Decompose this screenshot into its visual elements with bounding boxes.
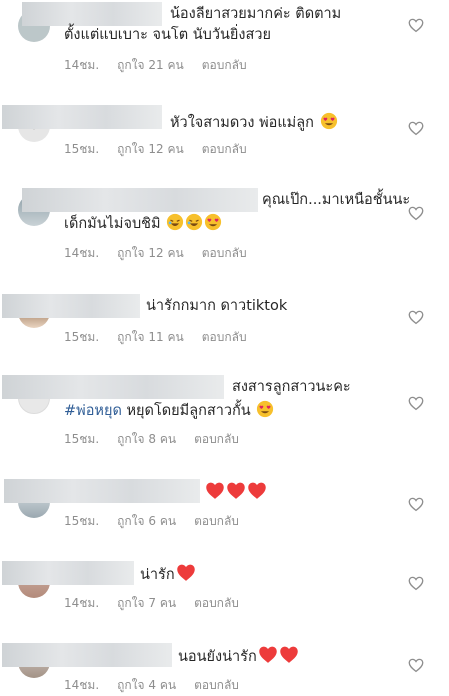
like-count[interactable]: ถูกใจ 11 คน xyxy=(117,330,184,344)
like-count[interactable]: ถูกใจ 12 คน xyxy=(117,246,184,260)
comment-meta: 15ชม. ถูกใจ 6 คน ตอบกลับ xyxy=(64,512,257,531)
comment-text-line2: ตั้งแต่แบเบาะ จนโต นับวันยิ่งสวย xyxy=(64,27,271,43)
heart-icon[interactable] xyxy=(407,204,425,222)
heart-icon[interactable] xyxy=(407,656,425,674)
reply-link[interactable]: ตอบกลับ xyxy=(194,678,239,692)
timestamp: 15ชม. xyxy=(64,432,100,446)
like-count[interactable]: ถูกใจ 7 คน xyxy=(117,596,176,610)
comment-item: น่ารักกมาก ดาวtiktok 15ชม. ถูกใจ 11 คน ตอบ… xyxy=(0,290,449,352)
comment-text-line2: เด็กมันไม่จบชิมิ xyxy=(64,213,222,235)
blurred-username xyxy=(2,105,162,129)
heart-icon[interactable] xyxy=(407,119,425,137)
timestamp: 14ชม. xyxy=(64,678,100,692)
comment-meta: 15ชม. ถูกใจ 12 คน ตอบกลับ xyxy=(64,140,265,159)
comment-text: หัวใจสามดวง พ่อแม่ลูก xyxy=(170,112,338,134)
comment-text: สงสารลูกสาวนะคะ xyxy=(232,379,351,395)
comment-text: นอนยังน่ารัก xyxy=(178,645,299,668)
like-count[interactable]: ถูกใจ 4 คน xyxy=(117,678,176,692)
comment-text: คุณเป๊ก...มาเหนือชั้นนะ xyxy=(262,192,411,208)
comment-item: หัวใจสามดวง พ่อแม่ลูก 15ชม. ถูกใจ 12 คน ตอ… xyxy=(0,100,449,162)
blurred-username xyxy=(2,375,224,399)
blurred-username xyxy=(22,188,258,212)
reply-link[interactable]: ตอบกลับ xyxy=(202,246,247,260)
like-count[interactable]: ถูกใจ 12 คน xyxy=(117,142,184,156)
blurred-username xyxy=(4,479,200,503)
comment-meta: 14ชม. ถูกใจ 21 คน ตอบกลับ xyxy=(64,56,265,75)
reply-link[interactable]: ตอบกลับ xyxy=(202,330,247,344)
red-heart-emoji-icon xyxy=(279,646,298,663)
rolling-laughing-emoji-icon xyxy=(186,213,203,231)
reply-link[interactable]: ตอบกลับ xyxy=(202,142,247,156)
comment-meta: 15ชม. ถูกใจ 11 คน ตอบกลับ xyxy=(64,328,265,347)
comment-item: 15ชม. ถูกใจ 6 คน ตอบกลับ xyxy=(0,476,449,538)
blurred-username xyxy=(2,561,134,585)
heart-eyes-emoji-icon xyxy=(205,213,222,231)
comment-item: คุณเป๊ก...มาเหนือชั้นนะ เด็กมันไม่จบชิมิ… xyxy=(0,186,449,266)
heart-icon[interactable] xyxy=(407,308,425,326)
comment-meta: 15ชม. ถูกใจ 8 คน ตอบกลับ xyxy=(64,430,257,449)
heart-icon[interactable] xyxy=(407,574,425,592)
comment-text: น้องลียาสวยมากค่ะ ติดตาม xyxy=(170,6,342,22)
timestamp: 15ชม. xyxy=(64,142,100,156)
comment-item: น้องลียาสวยมากค่ะ ติดตาม ตั้งแต่แบเบาะ จ… xyxy=(0,0,449,80)
reply-link[interactable]: ตอบกลับ xyxy=(194,514,239,528)
red-heart-emoji-icon xyxy=(258,646,277,663)
like-count[interactable]: ถูกใจ 8 คน xyxy=(117,432,176,446)
heart-icon[interactable] xyxy=(407,394,425,412)
timestamp: 14ชม. xyxy=(64,246,100,260)
comment-item: นอนยังน่ารัก 14ชม. ถูกใจ 4 คน ตอบกลับ xyxy=(0,640,449,696)
timestamp: 14ชม. xyxy=(64,596,100,610)
heart-icon[interactable] xyxy=(407,495,425,513)
comment-text-line2: #พ่อหยุด หยุดโดยมีลูกสาวกั้น xyxy=(64,400,274,422)
comment-item: น่ารัก 14ชม. ถูกใจ 7 คน ตอบกลับ xyxy=(0,558,449,620)
red-heart-emoji-icon xyxy=(176,564,195,581)
hashtag-link[interactable]: #พ่อหยุด xyxy=(64,403,122,419)
red-heart-emoji-icon xyxy=(206,482,224,499)
heart-eyes-emoji-icon xyxy=(257,400,274,418)
comment-text: น่ารักกมาก ดาวtiktok xyxy=(146,298,288,314)
blurred-username xyxy=(22,2,162,26)
like-count[interactable]: ถูกใจ 21 คน xyxy=(117,58,184,72)
timestamp: 15ชม. xyxy=(64,330,100,344)
comment-item: สงสารลูกสาวนะคะ #พ่อหยุด หยุดโดยมีลูกสาว… xyxy=(0,372,449,452)
comment-text xyxy=(204,481,267,504)
comment-meta: 14ชม. ถูกใจ 7 คน ตอบกลับ xyxy=(64,594,257,613)
reply-link[interactable]: ตอบกลับ xyxy=(194,596,239,610)
comment-meta: 14ชม. ถูกใจ 4 คน ตอบกลับ xyxy=(64,676,257,695)
comment-text: น่ารัก xyxy=(140,563,196,586)
blurred-username xyxy=(2,294,140,318)
like-count[interactable]: ถูกใจ 6 คน xyxy=(117,514,176,528)
red-heart-emoji-icon xyxy=(248,482,266,499)
heart-icon[interactable] xyxy=(407,16,425,34)
blurred-username xyxy=(2,643,172,667)
timestamp: 15ชม. xyxy=(64,514,100,528)
rolling-laughing-emoji-icon xyxy=(167,213,184,231)
red-heart-emoji-icon xyxy=(227,482,245,499)
heart-eyes-emoji-icon xyxy=(320,112,337,130)
reply-link[interactable]: ตอบกลับ xyxy=(202,58,247,72)
timestamp: 14ชม. xyxy=(64,58,100,72)
comment-meta: 14ชม. ถูกใจ 12 คน ตอบกลับ xyxy=(64,244,265,263)
reply-link[interactable]: ตอบกลับ xyxy=(194,432,239,446)
